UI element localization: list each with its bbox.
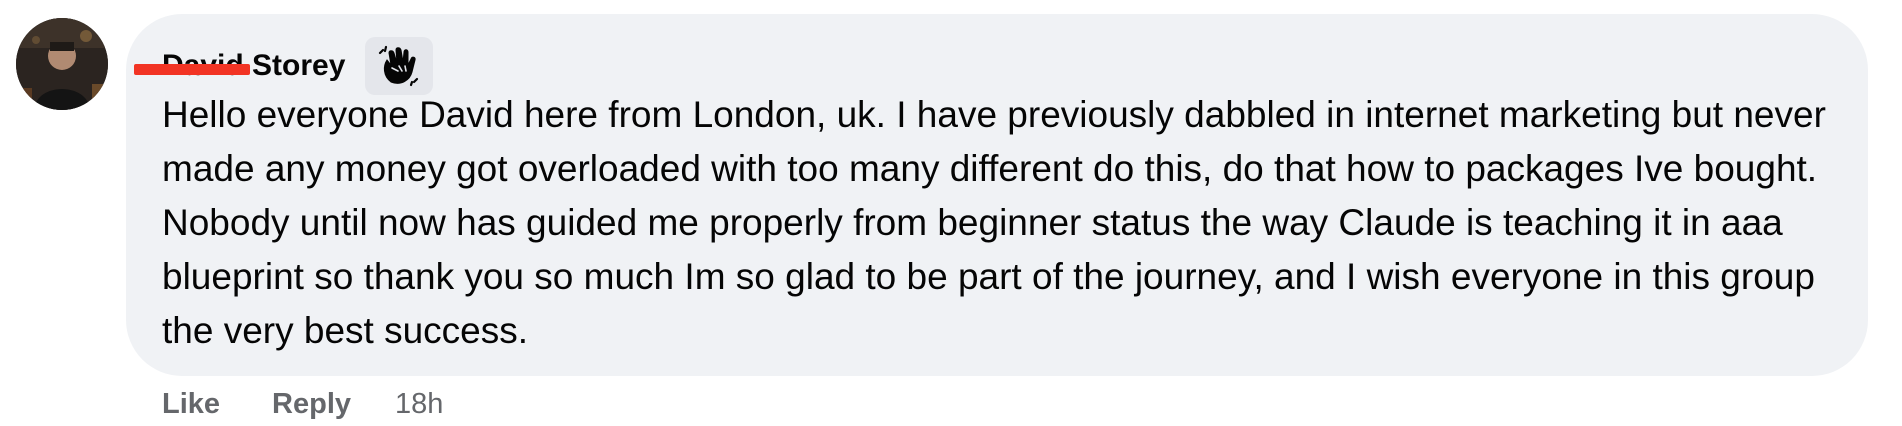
waving-hand-icon <box>379 45 419 87</box>
redaction-mark <box>134 64 250 75</box>
avatar[interactable] <box>16 18 108 110</box>
reply-button[interactable]: Reply <box>272 388 351 421</box>
timestamp[interactable]: 18h <box>395 388 443 421</box>
like-button[interactable]: Like <box>162 388 220 421</box>
comment-actions: Like Reply 18h <box>162 384 443 424</box>
comment-text: Hello everyone David here from London, u… <box>162 94 1826 351</box>
comment-bubble: David Storey Hello everyone David here f… <box>126 14 1868 376</box>
badge[interactable] <box>365 37 434 95</box>
